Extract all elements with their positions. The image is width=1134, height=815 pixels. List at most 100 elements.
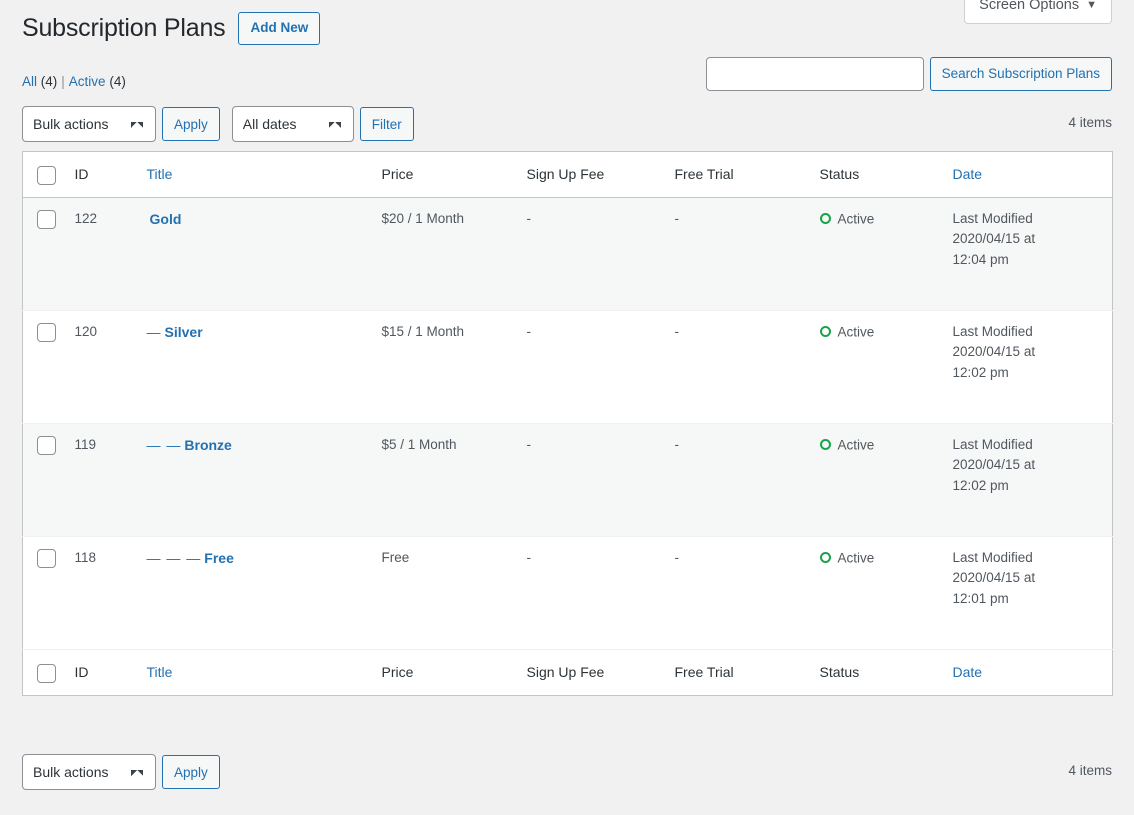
column-sort-title-bottom[interactable]: Title [147,664,173,680]
row-select-cell [23,537,65,650]
row-signup-fee: - [517,198,665,311]
column-footer-title: Title [137,650,372,696]
row-price: $5 / 1 Month [372,424,517,537]
filter-link-all[interactable]: All [22,74,37,89]
filter-button[interactable]: Filter [360,107,414,141]
status-filter-links: All (4)|Active (4) [22,74,126,89]
row-depth-dashes: — [147,324,162,340]
items-count-bottom: 4 items [1068,763,1112,778]
row-id: 118 [65,537,137,650]
column-header-id: ID [65,152,137,198]
row-free-trial: - [665,198,810,311]
filter-link-active[interactable]: Active [69,74,106,89]
apply-button-top[interactable]: Apply [162,107,220,141]
select-all-header [23,152,65,198]
row-title-cell: Gold [137,198,372,311]
row-status-label: Active [838,324,875,339]
bulk-actions-select-bottom[interactable]: Bulk actions [22,754,156,790]
row-id: 119 [65,424,137,537]
filter-link-all-item: All (4)| [22,74,69,89]
row-status-cell: Active [810,537,943,650]
row-select-cell [23,311,65,424]
row-title-link[interactable]: Gold [150,211,182,227]
row-date-label: Last Modified [953,435,1103,455]
row-status-cell: Active [810,424,943,537]
date-filter-select[interactable]: All dates [232,106,354,142]
items-count-top: 4 items [1068,115,1112,130]
row-price: $15 / 1 Month [372,311,517,424]
row-checkbox[interactable] [37,323,56,342]
select-all-checkbox-bottom[interactable] [37,664,56,683]
column-header-signup-fee: Sign Up Fee [517,152,665,198]
column-header-price: Price [372,152,517,198]
search-box: Search Subscription Plans [706,57,1112,91]
filter-separator: | [61,74,65,89]
row-status-label: Active [838,437,875,452]
column-footer-price: Price [372,650,517,696]
row-date-label: Last Modified [953,209,1103,229]
row-depth-dashes: — — [147,437,182,453]
bulk-actions-select-top[interactable]: Bulk actions [22,106,156,142]
table-row: 120 —Silver $15 / 1 Month - - Active Las… [23,311,1113,424]
add-new-button[interactable]: Add New [238,12,320,45]
row-price: $20 / 1 Month [372,198,517,311]
column-sort-date-top[interactable]: Date [953,166,983,182]
tablenav-top: Bulk actions Apply All dates Filter 4 it… [22,106,1112,142]
table-header-row: ID Title Price Sign Up Fee Free Trial St… [23,152,1113,198]
tablenav-bottom: Bulk actions Apply 4 items [22,754,1112,790]
row-depth-dashes: — — — [147,550,202,566]
row-select-cell [23,424,65,537]
circle-outline-icon [820,213,831,224]
column-footer-free-trial: Free Trial [665,650,810,696]
row-signup-fee: - [517,424,665,537]
row-title-cell: — — —Free [137,537,372,650]
row-checkbox[interactable] [37,436,56,455]
row-date-label: Last Modified [953,322,1103,342]
screen-options-label: Screen Options [979,0,1079,13]
page-title: Subscription Plans [22,12,225,45]
table-row: 122 Gold $20 / 1 Month - - Active Last M… [23,198,1113,311]
row-title-cell: — —Bronze [137,424,372,537]
row-date-cell: Last Modified 2020/04/15 at 12:02 pm [943,424,1113,537]
row-status-cell: Active [810,198,943,311]
row-status-label: Active [838,211,875,226]
row-checkbox[interactable] [37,210,56,229]
circle-outline-icon [820,552,831,563]
row-signup-fee: - [517,537,665,650]
bulk-actions-group-top: Bulk actions Apply All dates Filter [22,106,414,142]
row-date-value: 2020/04/15 at [953,342,1103,362]
row-price: Free [372,537,517,650]
row-title-link[interactable]: Bronze [184,437,231,453]
column-header-free-trial: Free Trial [665,152,810,198]
screen-options-button[interactable]: Screen Options▼ [964,0,1112,24]
row-title-link[interactable]: Silver [165,324,203,340]
row-checkbox[interactable] [37,549,56,568]
row-date-time: 12:02 pm [953,363,1103,383]
row-date-label: Last Modified [953,548,1103,568]
column-header-status: Status [810,152,943,198]
row-status-cell: Active [810,311,943,424]
column-sort-title-top[interactable]: Title [147,166,173,182]
column-header-date: Date [943,152,1113,198]
select-all-checkbox-top[interactable] [37,166,56,185]
search-input[interactable] [706,57,924,91]
table-head: ID Title Price Sign Up Fee Free Trial St… [23,152,1113,198]
column-footer-id: ID [65,650,137,696]
row-date-cell: Last Modified 2020/04/15 at 12:02 pm [943,311,1113,424]
filter-link-active-item: Active (4) [69,74,126,89]
row-free-trial: - [665,537,810,650]
row-free-trial: - [665,424,810,537]
search-submit-button[interactable]: Search Subscription Plans [930,57,1112,91]
row-status-label: Active [838,550,875,565]
table-body: 122 Gold $20 / 1 Month - - Active Last M… [23,198,1113,650]
apply-button-bottom[interactable]: Apply [162,755,220,789]
row-title-link[interactable]: Free [204,550,234,566]
subscription-plans-table: ID Title Price Sign Up Fee Free Trial St… [22,151,1113,696]
row-date-value: 2020/04/15 at [953,455,1103,475]
column-sort-date-bottom[interactable]: Date [953,664,983,680]
row-id: 122 [65,198,137,311]
table-row: 119 — —Bronze $5 / 1 Month - - Active La… [23,424,1113,537]
row-date-time: 12:01 pm [953,589,1103,609]
column-footer-date: Date [943,650,1113,696]
screen-meta-links: Screen Options▼ [964,0,1112,24]
